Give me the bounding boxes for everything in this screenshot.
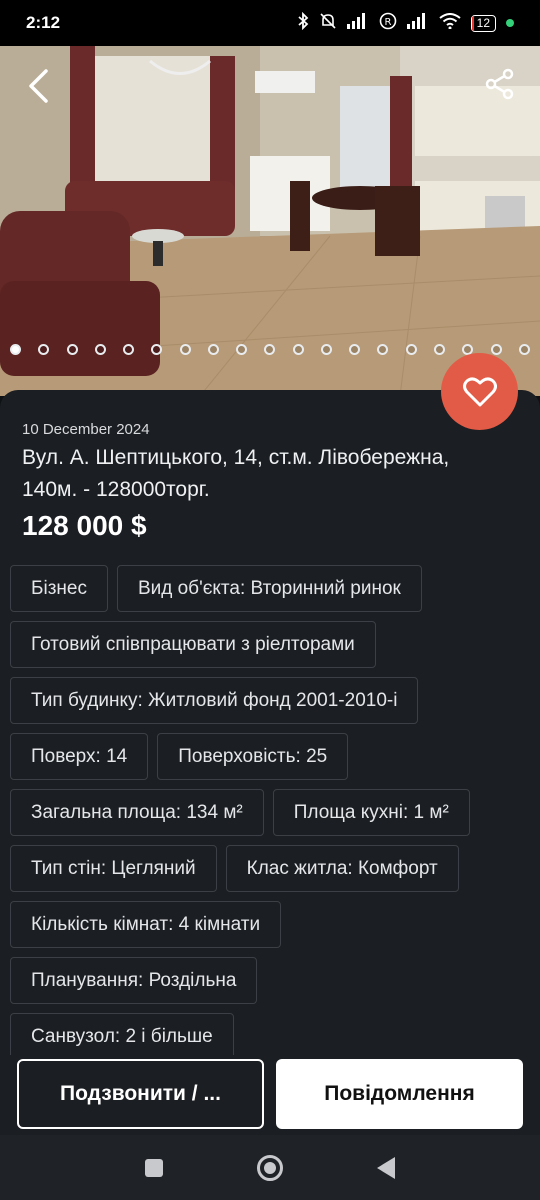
bluetooth-icon	[297, 11, 309, 34]
signal-icon	[406, 13, 429, 33]
attribute-chip: Готовий співпрацювати з ріелторами	[10, 621, 376, 668]
gallery-dot[interactable]	[433, 344, 445, 355]
attribute-chip: Площа кухні: 1 м²	[272, 789, 470, 836]
gallery-dot[interactable]	[38, 344, 50, 355]
system-nav-bar	[0, 1135, 540, 1200]
share-icon	[485, 68, 514, 100]
listing-date: 10 December 2024	[22, 421, 150, 438]
attribute-row: Кількість кімнат: 4 кімнати	[10, 901, 535, 948]
privacy-indicator-dot	[506, 19, 514, 27]
attribute-chip: Планування: Роздільна	[10, 957, 258, 1004]
attribute-chip: Санвузол: 2 і більше	[10, 1013, 234, 1055]
gallery-pagination	[0, 344, 540, 355]
gallery-dot[interactable]	[151, 344, 163, 355]
gallery-dot[interactable]	[292, 344, 304, 355]
status-time: 2:12	[26, 13, 61, 32]
status-bar: 2:12 R 12	[0, 0, 540, 46]
mute-icon	[319, 12, 337, 34]
attribute-chip: Загальна площа: 134 м²	[10, 789, 264, 836]
gallery-dot[interactable]	[94, 344, 106, 355]
gallery-dot[interactable]	[236, 344, 248, 355]
gallery-dot[interactable]	[66, 344, 78, 355]
attribute-chip: Поверх: 14	[10, 733, 149, 780]
status-icons: R 12	[297, 11, 514, 34]
attribute-chip: Бізнес	[10, 565, 108, 612]
home-button[interactable]	[257, 1154, 283, 1181]
attribute-chip: Тип стін: Цегляний	[10, 845, 217, 892]
attribute-chip: Вид об'єкта: Вторинний ринок	[116, 565, 422, 612]
attribute-row: Тип будинку: Житловий фонд 2001-2010-і	[10, 677, 535, 724]
svg-text:R: R	[384, 17, 391, 28]
roaming-icon: R	[379, 12, 397, 34]
signal-icon	[346, 13, 369, 33]
battery-icon: 12	[470, 14, 496, 32]
attribute-row: Планування: Роздільна	[10, 957, 535, 1004]
back-button[interactable]	[24, 68, 54, 104]
attribute-row: Поверх: 14 Поверховість: 25	[10, 733, 535, 780]
battery-level: 12	[476, 15, 490, 30]
gallery-dot[interactable]	[320, 344, 332, 355]
chevron-left-icon	[29, 69, 48, 103]
gallery-dot[interactable]	[264, 344, 276, 355]
listing-photo[interactable]	[0, 46, 540, 396]
wifi-icon	[439, 13, 461, 33]
gallery-dot[interactable]	[349, 344, 361, 355]
gallery-dot[interactable]	[123, 344, 135, 355]
attribute-chip: Кількість кімнат: 4 кімнати	[10, 901, 282, 948]
listing-attributes: Бізнес Вид об'єкта: Вторинний ринок Готови…	[10, 565, 535, 1055]
call-button[interactable]: Подзвонити / ...	[17, 1059, 264, 1129]
message-button[interactable]: Повідомлення	[276, 1059, 523, 1129]
listing-price: 128 000 $	[22, 510, 147, 541]
attribute-row: Тип стін: Цегляний Клас житла: Комфорт	[10, 845, 535, 892]
system-back-button[interactable]	[377, 1156, 395, 1179]
attribute-chip: Тип будинку: Житловий фонд 2001-2010-і	[10, 677, 419, 724]
recents-button[interactable]	[145, 1158, 163, 1177]
action-bar: Подзвонити / ... Повідомлення	[0, 1055, 540, 1135]
attribute-row: Санвузол: 2 і більше	[10, 1013, 535, 1055]
attribute-row: Загальна площа: 134 м² Площа кухні: 1 м²	[10, 789, 535, 836]
listing-details-panel: 10 December 2024 Вул. А. Шептицького, 14…	[0, 390, 540, 1055]
share-button[interactable]	[484, 68, 516, 100]
gallery-dot[interactable]	[490, 344, 502, 355]
gallery-dot[interactable]	[518, 344, 530, 355]
gallery-dot[interactable]	[377, 344, 389, 355]
gallery-dot[interactable]	[405, 344, 417, 355]
attribute-chip: Клас житла: Комфорт	[225, 845, 459, 892]
gallery-dot[interactable]	[179, 344, 191, 355]
attribute-row: Готовий співпрацювати з ріелторами	[10, 621, 535, 668]
attribute-row: Бізнес Вид об'єкта: Вторинний ринок	[10, 565, 535, 612]
attribute-chip: Поверховість: 25	[157, 733, 349, 780]
favorite-button[interactable]	[441, 353, 518, 430]
gallery-dot[interactable]	[207, 344, 219, 355]
heart-icon	[462, 376, 497, 406]
gallery-dot[interactable]	[10, 344, 21, 355]
listing-title: Вул. А. Шептицького, 14, ст.м. Лівобереж…	[22, 446, 450, 501]
